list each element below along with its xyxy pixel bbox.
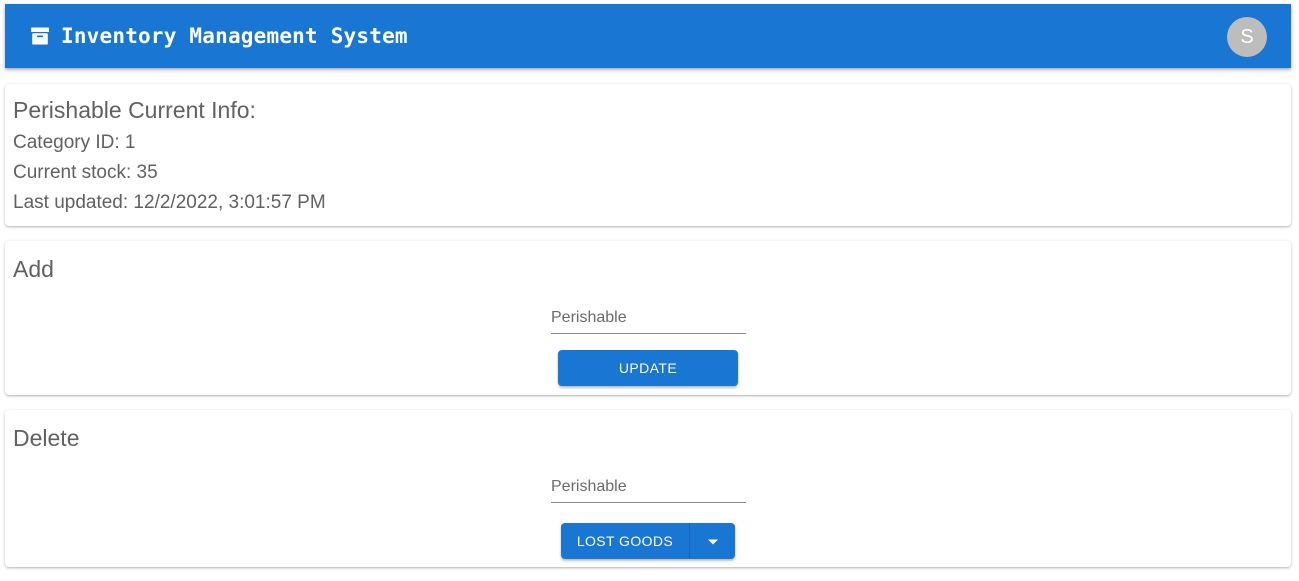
category-id-text: Category ID: 1 xyxy=(13,132,136,153)
lost-goods-split-button: LOST GOODS xyxy=(561,523,735,559)
update-button[interactable]: UPDATE xyxy=(558,350,738,386)
delete-card: Delete LOST GOODS xyxy=(5,410,1291,567)
add-card: Add UPDATE xyxy=(5,241,1291,395)
archive-box-icon xyxy=(30,26,50,46)
app-bar: Inventory Management System S xyxy=(5,4,1291,68)
user-avatar[interactable]: S xyxy=(1227,17,1267,57)
add-perishable-input[interactable] xyxy=(551,302,746,333)
caret-down-icon xyxy=(707,534,719,549)
add-title: Add xyxy=(13,256,54,282)
delete-perishable-input[interactable] xyxy=(551,471,746,502)
delete-perishable-field xyxy=(551,471,746,503)
app-title: Inventory Management System xyxy=(61,24,408,48)
current-info-card: Perishable Current Info: Category ID: 1 … xyxy=(5,84,1291,226)
current-info-title: Perishable Current Info: xyxy=(13,97,256,123)
lost-goods-button[interactable]: LOST GOODS xyxy=(561,523,690,559)
add-perishable-field xyxy=(551,302,746,334)
current-stock-text: Current stock: 35 xyxy=(13,162,158,183)
reason-dropdown-button[interactable] xyxy=(690,523,735,559)
delete-title: Delete xyxy=(13,425,80,451)
last-updated-text: Last updated: 12/2/2022, 3:01:57 PM xyxy=(13,192,326,213)
